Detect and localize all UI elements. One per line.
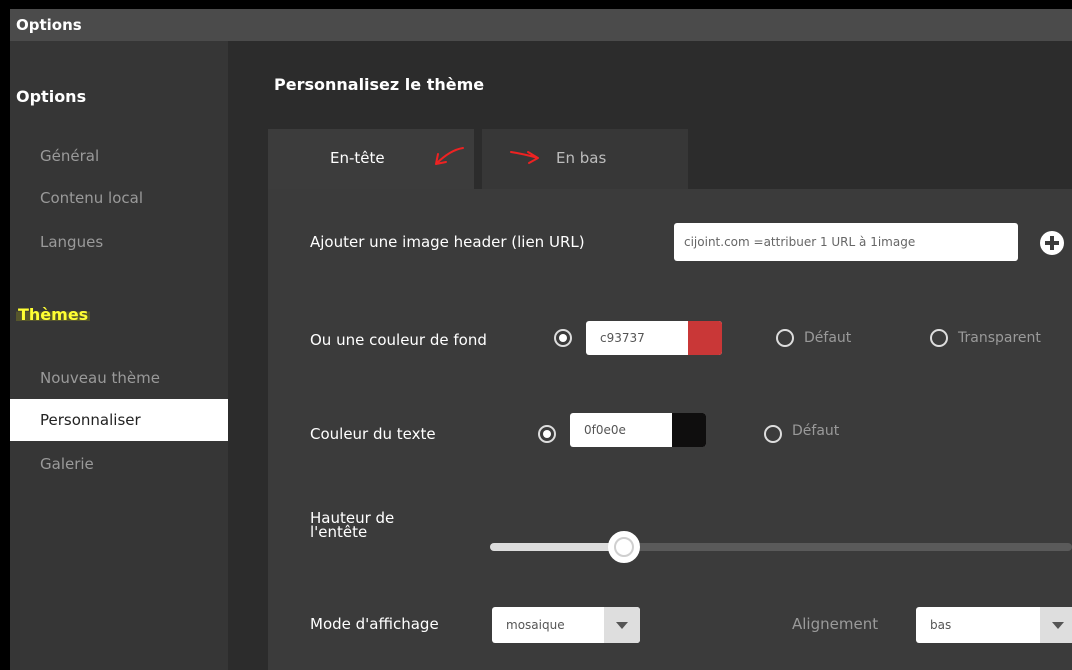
- text-color-default-label: Défaut: [792, 423, 840, 439]
- tab-en-bas-label: En bas: [556, 149, 607, 167]
- sidebar-item-langues[interactable]: Langues: [10, 221, 228, 263]
- text-color-label: Couleur du texte: [310, 425, 436, 443]
- main-content: Personnalisez le thème En-tête En bas Aj…: [228, 41, 1072, 670]
- background-color-transparent-radio[interactable]: [930, 329, 948, 347]
- background-color-transparent-label: Transparent: [958, 330, 1041, 346]
- page-title: Personnalisez le thème: [274, 75, 485, 94]
- background-color-custom-radio[interactable]: [554, 329, 572, 347]
- header-height-slider-thumb[interactable]: [608, 531, 640, 563]
- text-color-custom-radio[interactable]: [538, 425, 556, 443]
- header-image-label: Ajouter une image header (lien URL): [310, 233, 585, 251]
- sidebar-section-themes-wrap: Thèmes: [16, 305, 91, 324]
- annotation-arrow-icon: [510, 151, 539, 164]
- text-color-field[interactable]: 0f0e0e: [570, 413, 706, 447]
- background-color-field[interactable]: c93737: [586, 321, 722, 355]
- sidebar: Options Général Contenu local Langues Th…: [10, 41, 228, 670]
- display-mode-caret-box: [604, 607, 640, 643]
- sidebar-item-contenu-local[interactable]: Contenu local: [10, 177, 228, 219]
- options-window: Options Options Général Contenu local La…: [10, 9, 1072, 670]
- background-color-label: Ou une couleur de fond: [310, 331, 487, 349]
- alignment-label: Alignement: [792, 615, 879, 633]
- display-mode-label: Mode d'affichage: [310, 615, 439, 633]
- sidebar-item-general[interactable]: Général: [10, 135, 228, 177]
- annotation-arrow-icon: [435, 147, 464, 165]
- header-height-slider-track[interactable]: [490, 543, 1072, 551]
- add-image-plus-icon[interactable]: [1040, 231, 1064, 255]
- text-color-swatch[interactable]: [672, 413, 706, 447]
- header-height-label-line2: l'entête: [310, 523, 368, 541]
- chevron-down-icon: [616, 622, 628, 629]
- background-color-swatch[interactable]: [688, 321, 722, 355]
- background-color-default-label: Défaut: [804, 330, 852, 346]
- chevron-down-icon: [1052, 622, 1064, 629]
- alignment-value: bas: [930, 618, 952, 632]
- display-mode-value: mosaique: [506, 618, 565, 632]
- sidebar-section-options: Options: [16, 87, 87, 106]
- tab-en-tete-label: En-tête: [330, 149, 385, 167]
- background-color-default-radio[interactable]: [776, 329, 794, 347]
- header-height-label: Hauteur de l'entête: [310, 511, 394, 541]
- alignment-caret-box: [1040, 607, 1072, 643]
- sidebar-item-galerie[interactable]: Galerie: [10, 443, 228, 485]
- sidebar-section-themes: Thèmes: [16, 305, 91, 324]
- window-title: Options: [10, 9, 1072, 41]
- text-color-default-radio[interactable]: [764, 425, 782, 443]
- display-mode-select[interactable]: mosaique: [492, 607, 640, 643]
- sidebar-item-personnaliser[interactable]: Personnaliser: [10, 399, 228, 441]
- header-height-slider-fill: [490, 543, 624, 551]
- alignment-select[interactable]: bas: [916, 607, 1072, 643]
- background-color-hex: c93737: [600, 331, 645, 345]
- sidebar-item-nouveau-theme[interactable]: Nouveau thème: [10, 357, 228, 399]
- header-image-url-input[interactable]: [674, 223, 1018, 261]
- text-color-hex: 0f0e0e: [584, 423, 626, 437]
